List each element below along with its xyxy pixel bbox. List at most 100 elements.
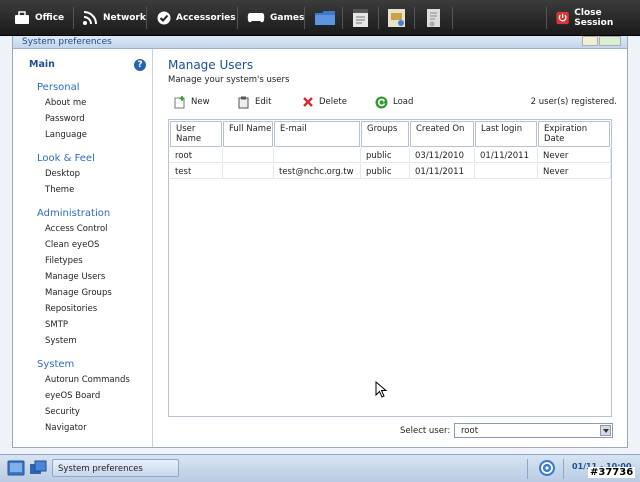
table-cell[interactable]: public — [361, 164, 410, 179]
games-menu[interactable]: Games — [247, 0, 304, 36]
separator — [452, 7, 453, 29]
column-header-created-on[interactable]: Created On — [410, 121, 474, 147]
close-session-label: Close Session — [574, 8, 614, 28]
separator — [146, 7, 147, 29]
separator — [378, 7, 379, 29]
power-icon — [556, 11, 569, 25]
close-window-button[interactable] — [599, 36, 621, 46]
presentation-icon[interactable] — [386, 8, 408, 28]
column-header-user-name[interactable]: User Name — [170, 121, 222, 147]
sidebar-item-clean-eyeos[interactable]: Clean eyeOS — [45, 240, 99, 250]
sidebar-item-system[interactable]: System — [45, 336, 77, 346]
page-subtitle: Manage your system's users — [168, 75, 290, 85]
sidebar: Main ? Personal About me Password Langua… — [13, 49, 153, 447]
separator — [546, 7, 547, 29]
show-desktop-icon[interactable] — [7, 459, 25, 477]
section-personal: Personal — [37, 82, 80, 93]
delete-label: Delete — [319, 97, 347, 107]
delete-x-icon — [303, 97, 313, 107]
table-cell[interactable] — [274, 148, 361, 163]
separator — [237, 7, 238, 29]
edit-label: Edit — [255, 97, 272, 107]
table-cell[interactable]: Never — [538, 164, 611, 179]
sidebar-item-filetypes[interactable]: Filetypes — [45, 256, 83, 266]
separator — [304, 7, 305, 29]
sidebar-item-password[interactable]: Password — [45, 114, 85, 124]
section-system: System — [37, 359, 75, 370]
help-icon[interactable]: ? — [134, 59, 146, 71]
edit-clipboard-icon — [238, 96, 249, 108]
sidebar-item-language[interactable]: Language — [45, 130, 87, 140]
table-cell[interactable]: 01/11/2011 — [475, 148, 538, 163]
separator — [563, 459, 564, 479]
network-menu[interactable]: Network — [82, 0, 146, 36]
sidebar-main-heading[interactable]: Main — [29, 59, 55, 70]
delete-user-button[interactable]: Delete — [302, 95, 347, 109]
document-icon[interactable] — [423, 8, 445, 28]
column-header-email[interactable]: E-mail — [274, 121, 360, 147]
taskbar: System preferences 01/11 - 10:00 — [0, 454, 640, 482]
load-users-button[interactable]: Load — [375, 95, 413, 109]
taskbar-item-system-preferences[interactable]: System preferences — [52, 459, 179, 477]
table-cell[interactable]: 01/11/2011 — [410, 164, 475, 179]
column-header-last-login[interactable]: Last login — [475, 121, 537, 147]
main-content: Manage Users Manage your system's users … — [154, 49, 626, 447]
sidebar-item-desktop[interactable]: Desktop — [45, 169, 80, 179]
new-user-button[interactable]: New — [174, 95, 210, 109]
sidebar-item-manage-groups[interactable]: Manage Groups — [45, 288, 112, 298]
sidebar-item-autorun-commands[interactable]: Autorun Commands — [45, 375, 130, 385]
separator — [527, 459, 528, 479]
select-user-label: Select user: — [400, 426, 451, 436]
table-cell[interactable]: test — [170, 164, 223, 179]
table-cell[interactable] — [475, 164, 538, 179]
load-refresh-icon — [375, 96, 388, 108]
page-title: Manage Users — [168, 58, 254, 72]
accessories-menu[interactable]: Accessories — [157, 0, 236, 36]
sidebar-item-eyeos-board[interactable]: eyeOS Board — [45, 391, 100, 401]
registered-count: 2 user(s) registered. — [530, 97, 617, 107]
window-title: System preferences — [22, 37, 112, 47]
sidebar-item-manage-users[interactable]: Manage Users — [45, 272, 105, 282]
new-label: New — [191, 97, 210, 107]
sidebar-item-smtp[interactable]: SMTP — [45, 320, 68, 330]
minimize-button[interactable] — [582, 36, 598, 46]
select-user-dropdown[interactable]: root — [454, 423, 613, 438]
sidebar-item-about-me[interactable]: About me — [45, 98, 86, 108]
users-table: User Name Full Name E-mail Groups Create… — [168, 119, 612, 417]
table-cell[interactable]: root — [170, 148, 223, 163]
window-titlebar[interactable]: System preferences — [13, 36, 627, 49]
windows-switch-icon[interactable] — [29, 459, 47, 477]
table-cell[interactable]: public — [361, 148, 410, 163]
update-icon[interactable] — [538, 459, 556, 477]
network-signal-icon — [83, 11, 97, 25]
chevron-down-icon[interactable] — [600, 425, 611, 436]
table-cell[interactable]: 03/11/2010 — [410, 148, 475, 163]
load-label: Load — [393, 97, 414, 107]
table-cell[interactable] — [223, 148, 274, 163]
edit-user-button[interactable]: Edit — [238, 95, 271, 109]
table-cell[interactable]: Never — [538, 148, 611, 163]
gamepad-icon — [247, 13, 265, 23]
sidebar-item-repositories[interactable]: Repositories — [45, 304, 97, 314]
sidebar-item-access-control[interactable]: Access Control — [45, 224, 108, 234]
top-menu-bar: Office Network Accessories Games Close S… — [0, 0, 640, 36]
folder-icon[interactable] — [314, 8, 336, 28]
games-menu-label: Games — [270, 13, 305, 23]
column-header-full-name[interactable]: Full Name — [223, 121, 273, 147]
section-look-feel: Look & Feel — [37, 153, 95, 164]
close-session-button[interactable]: Close Session — [556, 0, 640, 36]
table-cell[interactable] — [223, 164, 274, 179]
sidebar-item-theme[interactable]: Theme — [45, 185, 74, 195]
sidebar-item-navigator[interactable]: Navigator — [45, 423, 87, 433]
accessories-menu-label: Accessories — [176, 13, 236, 23]
network-menu-label: Network — [103, 13, 146, 23]
accessories-check-icon — [157, 11, 171, 25]
column-header-expiration-date[interactable]: Expiration Date — [538, 121, 610, 147]
office-menu[interactable]: Office — [14, 0, 64, 36]
table-cell[interactable]: test@nchc.org.tw — [274, 164, 361, 179]
select-user-value: root — [461, 426, 479, 436]
sidebar-item-security[interactable]: Security — [45, 407, 80, 417]
separator — [342, 7, 343, 29]
column-header-groups[interactable]: Groups — [361, 121, 409, 147]
text-editor-icon[interactable] — [350, 8, 372, 28]
